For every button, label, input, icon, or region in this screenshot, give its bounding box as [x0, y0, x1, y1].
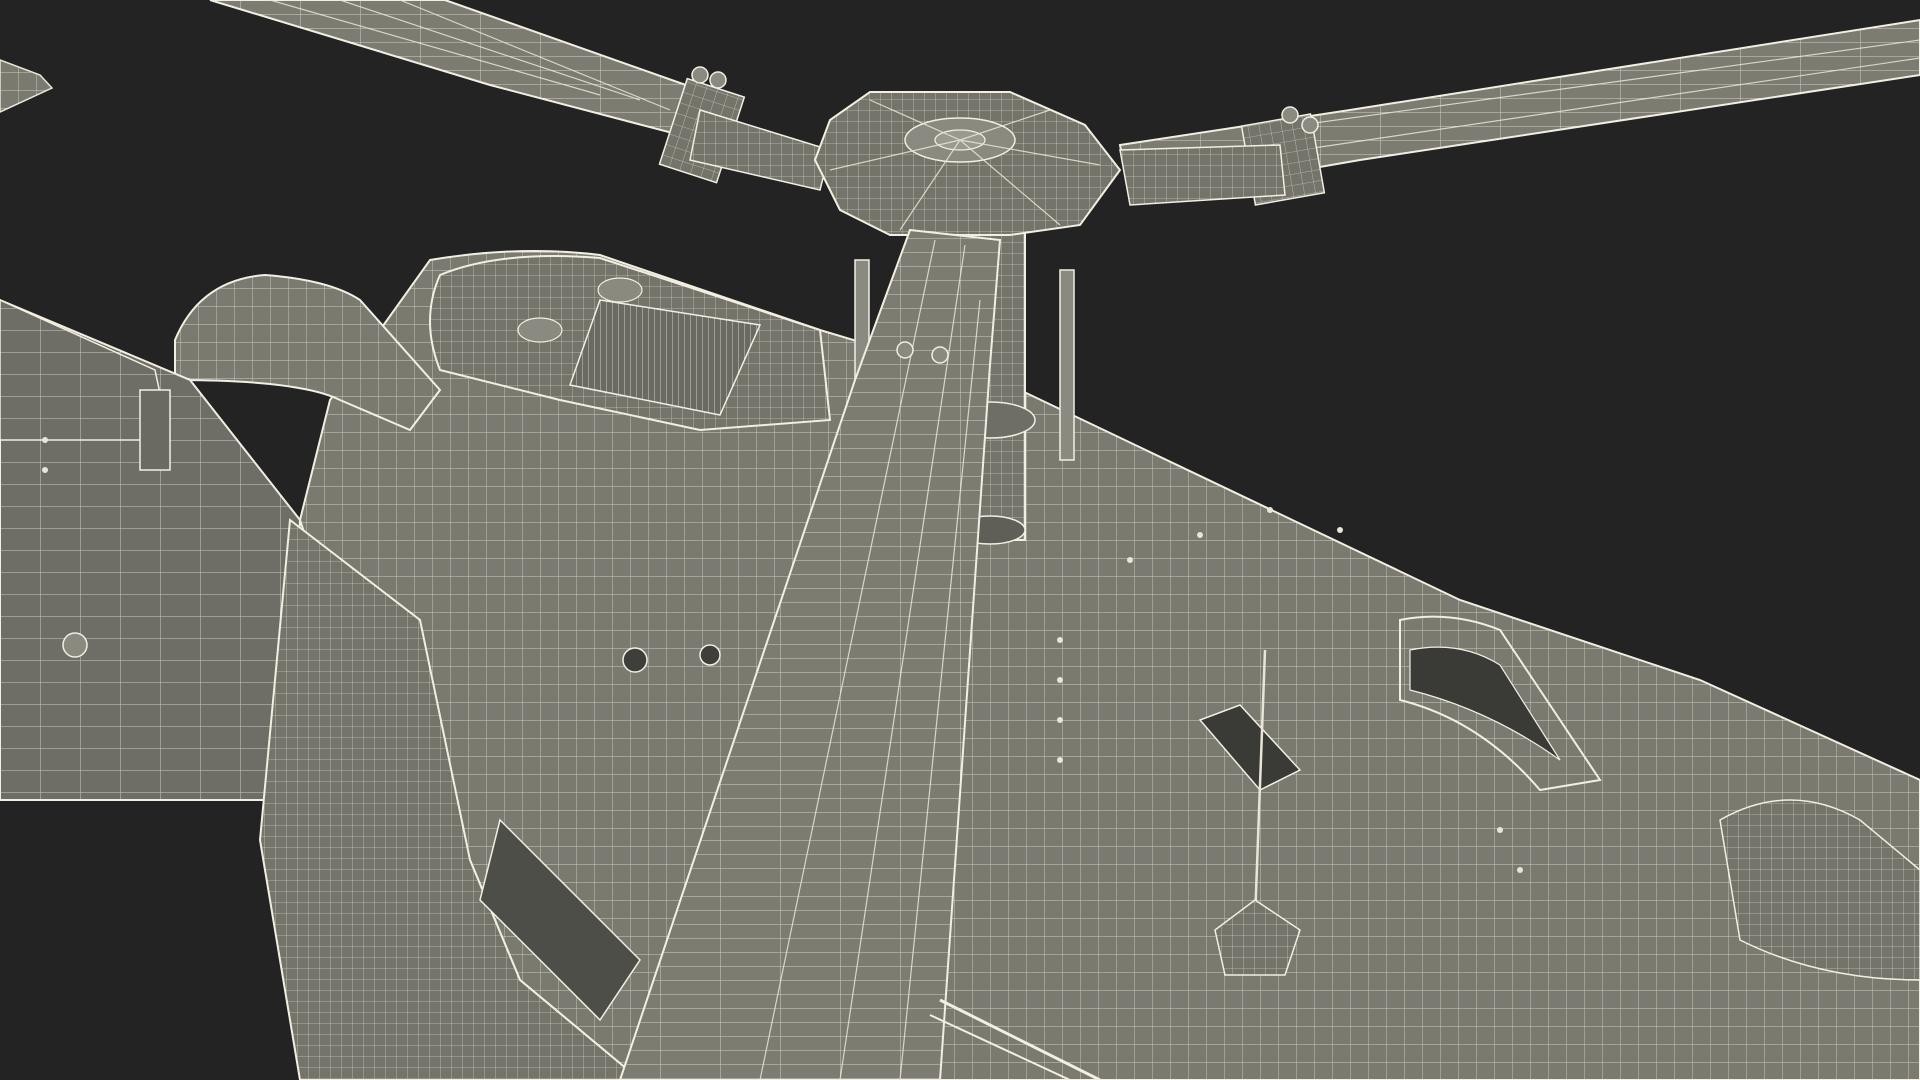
- corner-panel: [0, 59, 54, 113]
- rotor-blade-left: [209, 0, 702, 137]
- helicopter-wireframe-render: [0, 0, 1920, 1080]
- render-viewport: [0, 0, 1920, 1080]
- rotor-hub: [813, 91, 1122, 236]
